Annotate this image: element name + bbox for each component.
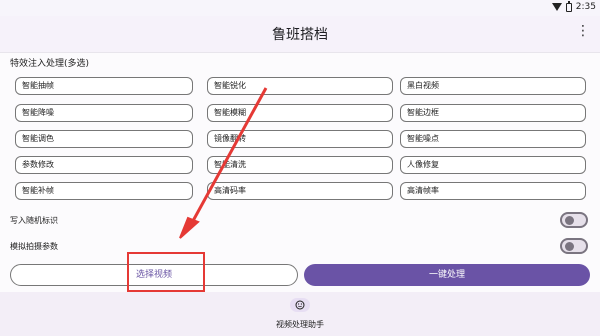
toggle-knob (565, 216, 574, 225)
annotation-arrowhead (179, 216, 200, 239)
shoot-params-toggle[interactable] (560, 238, 588, 254)
option-chip[interactable]: 智能锐化 (207, 77, 393, 95)
option-chip[interactable]: 参数修改 (15, 156, 193, 174)
option-chip[interactable]: 高清帧率 (400, 182, 586, 200)
toggle-knob (565, 242, 574, 251)
option-chip[interactable]: 黑白视频 (400, 77, 586, 95)
status-bar: 2:35 (0, 0, 600, 16)
option-chip[interactable]: 智能调色 (15, 130, 193, 148)
option-chip[interactable]: 智能降噪 (15, 104, 193, 122)
switch-label-random-id: 写入随机标识 (10, 216, 58, 225)
option-chip[interactable]: 人像修复 (400, 156, 586, 174)
nav-item-assistant[interactable] (290, 298, 310, 312)
section-title: 特效注入处理(多选) (10, 59, 90, 69)
smiley-icon (295, 300, 305, 310)
select-video-button[interactable]: 选择视频 (10, 264, 298, 286)
page-title: 鲁班搭档 (272, 27, 328, 43)
option-chip[interactable]: 智能补帧 (15, 182, 193, 200)
switch-label-shoot-params: 模拟拍摄参数 (10, 242, 58, 251)
battery-icon (565, 0, 572, 12)
status-time: 2:35 (575, 2, 596, 12)
option-chip[interactable]: 智能边框 (400, 104, 586, 122)
option-chip[interactable]: 高清码率 (207, 182, 393, 200)
option-chip[interactable]: 智能抽帧 (15, 77, 193, 95)
nav-label: 视频处理助手 (276, 320, 324, 329)
appbar-divider (0, 52, 600, 53)
option-chip[interactable]: 智能清洗 (207, 156, 393, 174)
option-chip[interactable]: 智能噪点 (400, 130, 586, 148)
option-chip[interactable]: 智能模糊 (207, 104, 393, 122)
option-chip[interactable]: 镜像翻转 (207, 130, 393, 148)
wifi-icon (551, 3, 562, 11)
more-vertical-icon[interactable]: ⋮ (576, 24, 590, 38)
random-id-toggle[interactable] (560, 212, 588, 228)
bottom-nav: 视频处理助手 (0, 292, 600, 336)
app-bar: 鲁班搭档 ⋮ (0, 16, 600, 52)
one-click-process-button[interactable]: 一键处理 (304, 264, 590, 286)
